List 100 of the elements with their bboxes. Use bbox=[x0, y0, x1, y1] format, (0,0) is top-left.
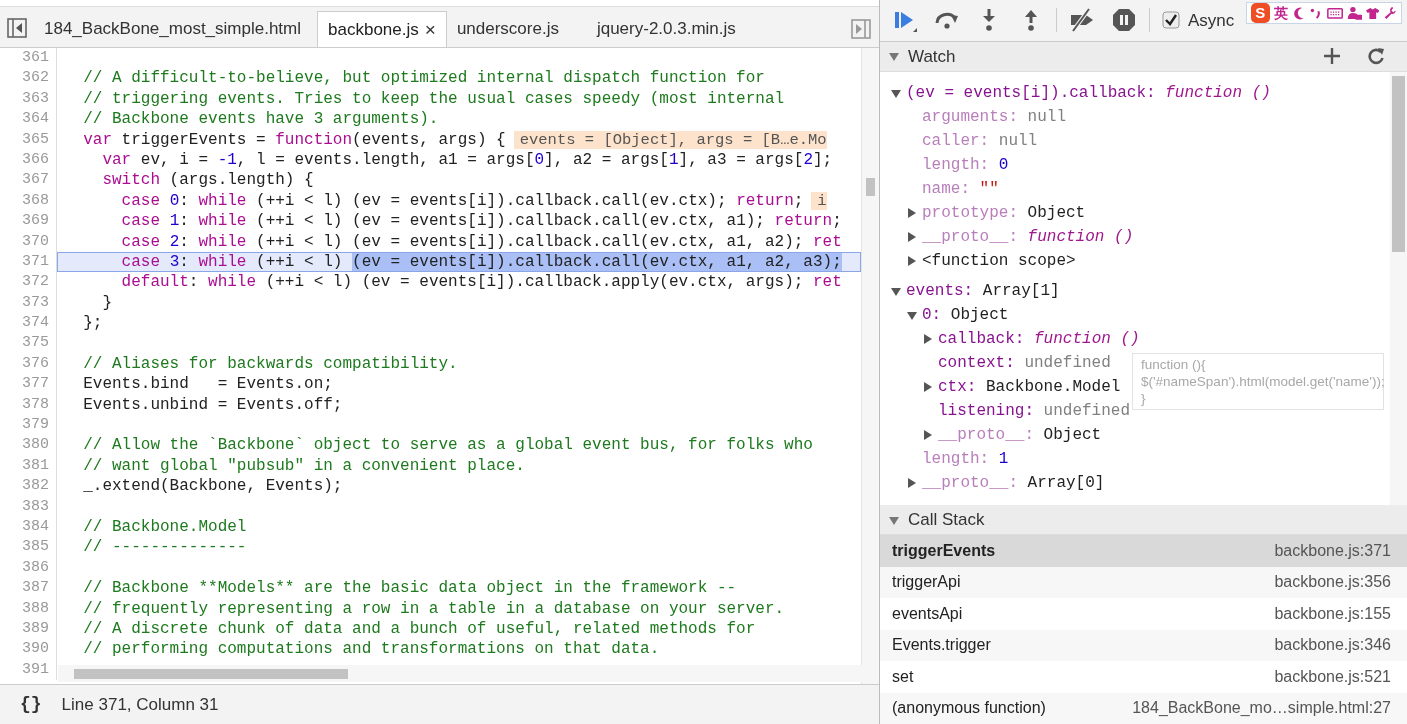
call-frame[interactable]: triggerEvents backbone.js:371 bbox=[880, 535, 1407, 567]
file-tab[interactable]: jquery-2.0.3.min.js bbox=[586, 11, 746, 47]
sidebar-toggle-icon bbox=[7, 18, 27, 38]
call-frame[interactable]: set backbone.js:521 bbox=[880, 661, 1407, 693]
code-line: // Backbone events have 3 arguments). bbox=[82, 109, 440, 130]
line-number: 375 bbox=[0, 333, 57, 354]
watch-entry[interactable]: 0: Object bbox=[880, 302, 1009, 327]
watch-entry: length: 0 bbox=[921, 154, 1009, 176]
line-number: 372 bbox=[0, 272, 57, 293]
line-number: 389 bbox=[0, 618, 57, 640]
async-label: Async bbox=[1188, 9, 1235, 32]
line-number: 390 bbox=[0, 639, 57, 660]
code-line: // triggering events. Tries to keep the usual cases speedy (most internal bbox=[82, 88, 786, 110]
section-title: Watch bbox=[908, 45, 956, 68]
line-number: 363 bbox=[0, 88, 57, 110]
pause-icon[interactable] bbox=[1111, 7, 1137, 34]
watch-entry[interactable]: <function scope> bbox=[880, 248, 1076, 273]
collapse-arrow-icon[interactable] bbox=[888, 50, 900, 63]
call-frame[interactable]: eventsApi backbone.js:155 bbox=[880, 598, 1407, 630]
scrollbar[interactable] bbox=[861, 48, 879, 684]
code-line: var triggerEvents = function(events, args) { events = [Object], args = [B…e.Mo bbox=[82, 129, 828, 150]
deactivate-breakpoints-icon[interactable] bbox=[1069, 7, 1095, 34]
refresh-icon[interactable] bbox=[1367, 47, 1385, 66]
line-number: 361 bbox=[0, 48, 57, 69]
watch-entry[interactable]: ctx: Backbone.Model bbox=[880, 374, 1121, 399]
call-frame[interactable]: triggerApi backbone.js:356 bbox=[880, 566, 1407, 598]
code-line: // want global "pubsub" in a convenient place. bbox=[82, 455, 526, 477]
line-number: 366 bbox=[0, 149, 57, 171]
line-number: 385 bbox=[0, 537, 57, 558]
watch-entry[interactable]: __proto__: function () bbox=[880, 224, 1134, 249]
expand-arrow-icon[interactable] bbox=[922, 380, 934, 393]
user-icon[interactable] bbox=[1346, 5, 1362, 21]
code-line: // Allow the `Backbone` object to serve as a global event bus, for folks who bbox=[82, 435, 814, 456]
expand-arrow-icon[interactable] bbox=[922, 428, 934, 441]
scrollbar[interactable] bbox=[58, 665, 862, 682]
line-number: 380 bbox=[0, 435, 57, 456]
expand-arrow-icon[interactable] bbox=[906, 254, 918, 267]
line-number: 376 bbox=[0, 353, 57, 375]
line-number: 383 bbox=[0, 496, 57, 517]
moon-icon[interactable] bbox=[1291, 5, 1306, 21]
line-number: 374 bbox=[0, 313, 57, 334]
line-number: 384 bbox=[0, 517, 57, 538]
line-number: 373 bbox=[0, 292, 57, 314]
inline-value: events = [Object], args = [B…e.Mo bbox=[513, 130, 827, 149]
code-line: // A difficult-to-believe, but optimized internal dispatch function for bbox=[82, 68, 766, 89]
watch-entry[interactable]: events: Array[1] bbox=[880, 278, 1060, 303]
code-line: var ev, i = -1, l = events.length, a1 = args[0], a2 = args[1], a3 = args[2]; bbox=[101, 149, 834, 171]
code-line: // Backbone **Models** are the basic data object in the framework -- bbox=[82, 578, 738, 599]
expand-arrow-icon[interactable] bbox=[922, 332, 934, 345]
code-line: default: while (++i < l) (ev = events[i]).callback.apply(ev.ctx, args); ret bbox=[120, 272, 843, 293]
scrollbar[interactable] bbox=[1390, 71, 1407, 506]
call-frame[interactable]: (anonymous function) 184_BackBone_mo…simple.html:27 bbox=[880, 692, 1407, 724]
line-number: 377 bbox=[0, 374, 57, 395]
ime-logo[interactable]: S bbox=[1251, 3, 1270, 23]
file-tab[interactable]: backbone.js × bbox=[317, 11, 447, 47]
code-line: Events.unbind = Events.off; bbox=[82, 394, 344, 416]
close-button[interactable]: × bbox=[424, 12, 436, 47]
cursor-position: Line 371, Column 31 bbox=[61, 693, 219, 716]
line-number: 382 bbox=[0, 476, 57, 497]
line-number: 378 bbox=[0, 394, 57, 416]
watch-entry: arguments: null bbox=[921, 106, 1066, 128]
call-frame[interactable]: Events.trigger backbone.js:346 bbox=[880, 629, 1407, 661]
code-line: case 2: while (++i < l) (ev = events[i]).callback.call(ev.ctx, a1, a2); ret bbox=[120, 231, 843, 252]
sidebar-toggle-icon[interactable] bbox=[851, 19, 871, 39]
code-line: } bbox=[101, 292, 113, 314]
tooltip: function (){ $('#nameSpan').html(model.get('name')); } bbox=[1132, 352, 1384, 410]
watch-entry[interactable]: (ev = events[i]).callback: function () bbox=[880, 80, 1271, 105]
expand-arrow-icon[interactable] bbox=[906, 230, 918, 243]
wrench-icon[interactable] bbox=[1383, 5, 1397, 21]
watch-entry[interactable]: __proto__: Object bbox=[880, 422, 1102, 447]
line-number: 386 bbox=[0, 557, 57, 579]
line-number: 368 bbox=[0, 190, 57, 212]
code-line: case 0: while (++i < l) (ev = events[i]).callback.call(ev.ctx); return; i bbox=[120, 190, 828, 212]
file-tab[interactable]: 184_BackBone_most_simple.html bbox=[34, 11, 312, 47]
section-title: Call Stack bbox=[908, 508, 985, 531]
line-number: 367 bbox=[0, 170, 57, 191]
code-line: switch (args.length) { bbox=[101, 170, 315, 191]
async-checkbox[interactable] bbox=[1162, 11, 1180, 30]
watch-entry: listening: undefined bbox=[937, 400, 1131, 422]
line-number: 391 bbox=[0, 659, 57, 681]
keyboard-icon[interactable] bbox=[1326, 5, 1343, 21]
shirt-icon[interactable] bbox=[1365, 5, 1380, 21]
watch-entry: name: "" bbox=[921, 178, 999, 200]
watch-entry[interactable]: callback: function () bbox=[880, 326, 1140, 351]
expand-arrow-icon[interactable] bbox=[906, 476, 918, 489]
pretty-print-button[interactable]: {} bbox=[16, 691, 46, 718]
code-line: case 1: while (++i < l) (ev = events[i]).callback.call(ev.ctx, a1); return; bbox=[120, 211, 843, 232]
file-tab[interactable]: underscore.js bbox=[446, 11, 569, 47]
line-number: 381 bbox=[0, 455, 57, 477]
input-mode-toggle[interactable]: 英 bbox=[1273, 2, 1288, 24]
code-line: // Backbone.Model bbox=[82, 517, 248, 538]
code-line: _.extend(Backbone, Events); bbox=[82, 476, 344, 497]
add-icon[interactable] bbox=[1323, 47, 1341, 66]
code-line: // -------------- bbox=[82, 537, 248, 558]
line-number: 387 bbox=[0, 578, 57, 599]
code-line: // Aliases for backwards compatibility. bbox=[82, 353, 459, 375]
expand-arrow-icon[interactable] bbox=[906, 206, 918, 219]
code-line: }; bbox=[82, 313, 104, 334]
watch-entry[interactable]: __proto__: Array[0] bbox=[880, 470, 1105, 495]
watch-entry[interactable]: prototype: Object bbox=[880, 200, 1086, 225]
